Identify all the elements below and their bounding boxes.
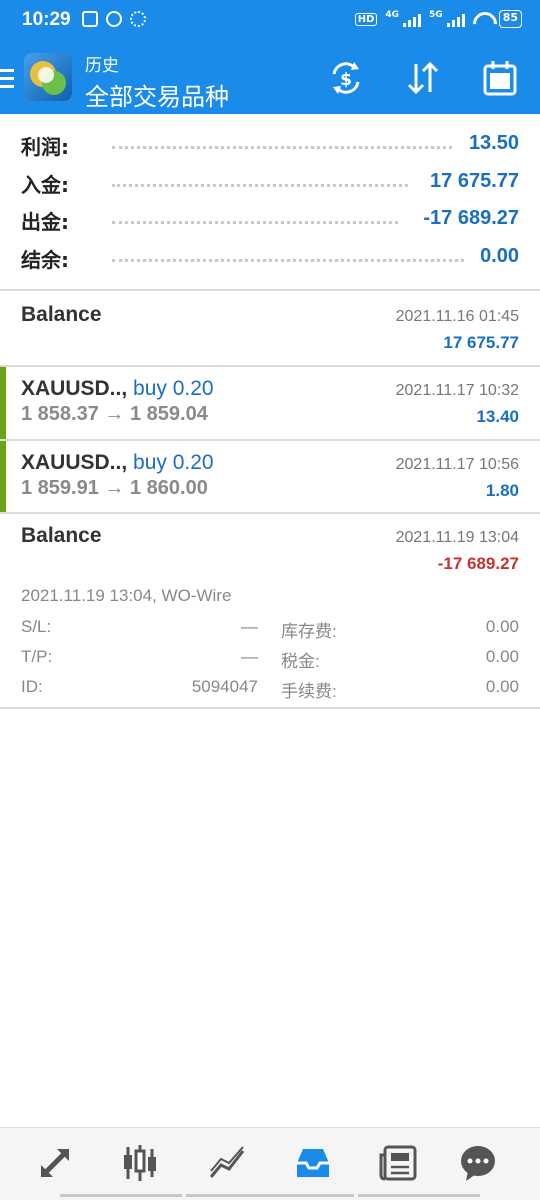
chart-lines-icon <box>209 1146 245 1178</box>
deal-accent-bar <box>0 367 6 439</box>
deal-item[interactable]: XAUUSD.., buy 0.20 1 858.37 → 1 859.04 2… <box>0 367 540 439</box>
deal-prices: 1 858.37 → 1 859.04 <box>21 403 208 425</box>
dotted-leader <box>112 146 452 149</box>
summary-row-deposit: 入金: 17 675.77 <box>0 162 540 200</box>
summary-row-withdrawal: 出金: -17 689.27 <box>0 199 540 237</box>
summary-label: 入金: <box>21 172 69 197</box>
sort-button[interactable] <box>399 54 447 102</box>
id-value: 5094047 <box>191 677 258 696</box>
deposit-button[interactable]: $ <box>322 54 370 102</box>
deal-title: XAUUSD.., buy 0.20 <box>21 451 214 475</box>
bottom-nav <box>0 1127 540 1200</box>
notification-app-icon <box>82 11 98 27</box>
summary-value: -17 689.27 <box>423 207 519 229</box>
swap-label: 库存费: <box>281 622 337 641</box>
deal-profit: 17 675.77 <box>443 333 519 352</box>
deal-profit: -17 689.27 <box>437 554 519 573</box>
summary-label: 出金: <box>21 210 69 234</box>
deal-profit: 1.80 <box>485 481 519 500</box>
nav-history[interactable] <box>283 1138 343 1188</box>
sort-arrows-icon <box>407 61 439 95</box>
swap-value: 0.00 <box>485 617 519 636</box>
deal-item-expanded[interactable]: Balance 2021.11.19 13:04 -17 689.27 2021… <box>0 514 540 707</box>
tp-value: — <box>241 647 258 666</box>
deal-symbol: XAUUSD.., <box>21 377 128 400</box>
deal-item[interactable]: XAUUSD.., buy 0.20 1 859.91 → 1 860.00 2… <box>0 441 540 512</box>
nav-quotes[interactable] <box>110 1138 170 1188</box>
page-title[interactable]: 全部交易品种 <box>85 77 229 112</box>
fee-value: 0.00 <box>485 677 519 696</box>
dotted-leader <box>112 258 464 262</box>
app-bar: 历史 全部交易品种 $ <box>0 42 540 114</box>
id-label: ID: <box>21 677 43 696</box>
candlestick-icon <box>124 1145 156 1181</box>
wifi-icon <box>473 12 491 26</box>
currency-exchange-icon: $ <box>332 62 360 94</box>
summary-value: 17 675.77 <box>430 169 519 192</box>
network-5g-label: 5G <box>429 10 443 20</box>
network-4g-label: 4G <box>385 10 400 20</box>
status-time: 10:29 <box>22 9 71 30</box>
deal-action: buy 0.20 <box>133 377 214 400</box>
summary-value: 0.00 <box>480 244 519 267</box>
summary-row-balance: 结余: 0.00 <box>0 237 540 275</box>
divider <box>0 707 540 709</box>
news-icon <box>379 1145 417 1181</box>
nav-chart[interactable] <box>197 1138 257 1188</box>
summary-value: 13.50 <box>468 132 519 154</box>
summary-label: 结余: <box>21 247 69 272</box>
deal-accent-bar <box>0 441 6 512</box>
summary-label: 利润: <box>21 135 69 159</box>
trade-arrows-icon <box>41 1149 69 1177</box>
deal-title: XAUUSD.., buy 0.20 <box>21 377 214 401</box>
deal-time: 2021.11.17 10:56 <box>395 456 519 473</box>
nav-chat[interactable] <box>448 1138 508 1188</box>
notification-icons <box>82 11 146 27</box>
summary-row-profit: 利润: 13.50 <box>0 124 540 162</box>
signal-icon <box>403 11 422 27</box>
hd-icon: HD <box>354 12 378 26</box>
menu-icon[interactable] <box>0 69 14 93</box>
status-bar: 10:29 HD 4G 5G 85 <box>0 0 540 42</box>
top-bar: 10:29 HD 4G 5G 85 历史 全部交易品种 $ <box>0 0 540 114</box>
nav-home-indicator <box>60 1194 182 1197</box>
notification-misc-icon <box>130 11 146 27</box>
history-inbox-icon <box>297 1149 329 1177</box>
page-subtitle: 历史 <box>85 56 119 76</box>
nav-trade[interactable] <box>25 1138 85 1188</box>
signal-icon <box>446 11 465 27</box>
fee-label: 手续费: <box>281 682 337 701</box>
deal-time: 2021.11.17 10:32 <box>395 382 519 399</box>
status-right: HD 4G 5G 85 <box>354 10 522 28</box>
deal-title: Balance <box>21 524 102 547</box>
deal-prices: 1 859.91 → 1 860.00 <box>21 477 208 499</box>
deal-item[interactable]: Balance 2021.11.16 01:45 17 675.77 <box>0 291 540 365</box>
tax-value: 0.00 <box>485 647 519 666</box>
dotted-leader <box>112 221 398 224</box>
deal-time: 2021.11.19 13:04 <box>395 529 519 546</box>
deal-title: Balance <box>21 303 102 326</box>
deal-time: 2021.11.16 01:45 <box>395 308 519 325</box>
dotted-leader <box>112 183 408 187</box>
sl-label: S/L: <box>21 617 52 636</box>
deal-symbol: XAUUSD.., <box>21 451 128 474</box>
wechat-icon <box>106 11 122 27</box>
deal-profit: 13.40 <box>476 407 519 426</box>
battery-icon: 85 <box>498 10 522 28</box>
summary-panel: 利润: 13.50 入金: 17 675.77 出金: -17 689.27 结… <box>0 124 540 274</box>
tp-label: T/P: <box>21 647 53 666</box>
svg-text:$: $ <box>340 70 352 90</box>
nav-news[interactable] <box>369 1138 429 1188</box>
tax-label: 税金: <box>281 652 320 671</box>
deal-comment: 2021.11.19 13:04, WO-Wire <box>21 586 232 605</box>
calendar-icon <box>483 61 517 96</box>
app-logo[interactable] <box>24 53 72 101</box>
nav-home-indicator <box>186 1194 354 1197</box>
nav-home-indicator <box>358 1194 480 1197</box>
chat-icon <box>461 1146 495 1181</box>
calendar-button[interactable] <box>476 54 524 102</box>
sl-value: — <box>241 617 258 636</box>
deal-action: buy 0.20 <box>133 451 214 474</box>
